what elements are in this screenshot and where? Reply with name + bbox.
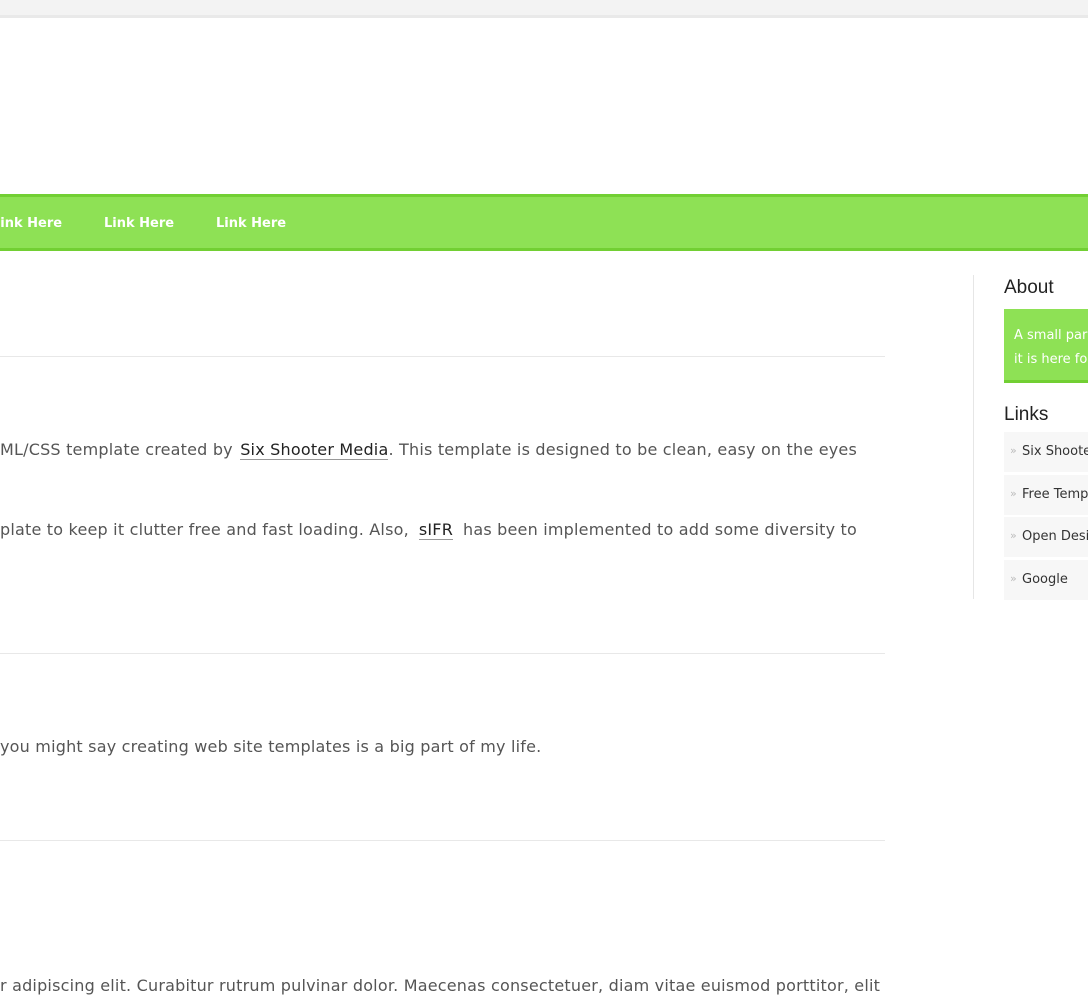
sidebar-link-item[interactable]: » Open Desi — [1004, 517, 1088, 557]
nav-link-3[interactable]: Link Here — [216, 216, 286, 231]
sidebar-link-item[interactable]: » Six Shooter — [1004, 432, 1088, 472]
sidebar-link-six-shooter[interactable]: Six Shooter — [1022, 444, 1088, 459]
bullet-icon: » — [1010, 529, 1017, 542]
bullet-icon: » — [1010, 572, 1017, 585]
sidebar-link-item[interactable]: » Google — [1004, 560, 1088, 600]
post-paragraph-4: r adipiscing elit. Curabitur rutrum pulv… — [0, 976, 881, 995]
post-paragraph-1: ML/CSS template created by Six Shooter M… — [0, 440, 857, 460]
bullet-icon: » — [1010, 487, 1017, 500]
paragraph-text: . This template is designed to be clean,… — [388, 440, 857, 459]
bullet-icon: » — [1010, 444, 1017, 457]
about-text-line: it is here fo — [1014, 352, 1088, 367]
post-paragraph-2: plate to keep it clutter free and fast l… — [0, 520, 857, 540]
about-text: A small para it is here fo — [1014, 324, 1088, 372]
sidebar-link-item[interactable]: » Free Temp — [1004, 475, 1088, 515]
sidebar-link-open-designs[interactable]: Open Desi — [1022, 529, 1088, 544]
sidebar-link-free-templates[interactable]: Free Temp — [1022, 487, 1088, 502]
main-navigation: Link Here Link Here Link Here — [0, 194, 1088, 251]
sidebar-link-google[interactable]: Google — [1022, 572, 1068, 587]
paragraph-text: has been implemented to add some diversi… — [462, 520, 857, 539]
sifr-link[interactable]: sIFR — [418, 520, 454, 540]
six-shooter-media-link[interactable]: Six Shooter Media — [240, 440, 389, 460]
sidebar-border — [973, 275, 974, 599]
post-divider — [0, 356, 885, 357]
post-divider — [0, 840, 885, 841]
about-heading: About — [1004, 277, 1054, 298]
about-box: A small para it is here fo — [1004, 309, 1088, 383]
post-paragraph-3: you might say creating web site template… — [0, 737, 542, 756]
paragraph-text: plate to keep it clutter free and fast l… — [0, 520, 409, 539]
post-divider — [0, 653, 885, 654]
paragraph-text: ML/CSS template created by — [0, 440, 233, 459]
browser-top-strip — [0, 0, 1088, 15]
top-strip-border — [0, 15, 1088, 18]
nav-link-1[interactable]: Link Here — [0, 216, 62, 231]
links-heading: Links — [1004, 404, 1049, 425]
about-text-line: A small para — [1014, 328, 1088, 343]
nav-link-2[interactable]: Link Here — [104, 216, 174, 231]
